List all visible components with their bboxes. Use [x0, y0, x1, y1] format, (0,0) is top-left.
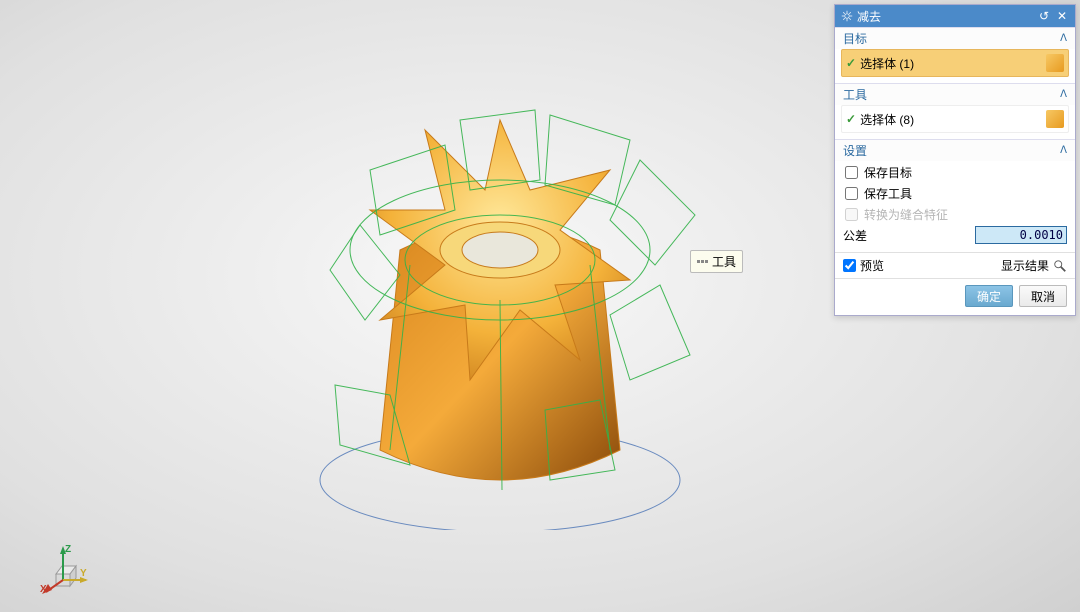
section-settings-head[interactable]: 设置 ᐱ: [835, 139, 1075, 161]
magnifier-icon[interactable]: [1053, 259, 1067, 273]
body-icon: [1046, 110, 1064, 128]
preview-label: 预览: [860, 257, 884, 274]
section-tool-head[interactable]: 工具 ᐱ: [835, 83, 1075, 105]
convert-checkbox: [845, 208, 858, 221]
show-result-label[interactable]: 显示结果: [1001, 257, 1049, 274]
convert-label: 转换为缝合特征: [864, 206, 948, 223]
svg-text:Y: Y: [80, 568, 87, 579]
keep-tool-checkbox[interactable]: [845, 187, 858, 200]
section-settings-label: 设置: [843, 142, 867, 159]
target-select-row[interactable]: ✓ 选择体 (1): [841, 49, 1069, 77]
tolerance-input[interactable]: [975, 226, 1067, 244]
subtract-panel: 减去 ↺ ✕ 目标 ᐱ ✓ 选择体 (1) 工具 ᐱ ✓ 选择体 (8) 设置 …: [834, 4, 1076, 316]
caret-up-icon: ᐱ: [1060, 145, 1067, 156]
convert-row: 转换为缝合特征: [843, 204, 1067, 224]
section-target-label: 目标: [843, 30, 867, 47]
ok-button[interactable]: 确定: [965, 285, 1013, 307]
tolerance-label: 公差: [843, 227, 867, 244]
caret-up-icon: ᐱ: [1060, 33, 1067, 44]
preview-checkbox[interactable]: [843, 259, 856, 272]
cancel-button[interactable]: 取消: [1019, 285, 1067, 307]
keep-target-row[interactable]: 保存目标: [843, 162, 1067, 182]
keep-target-label: 保存目标: [864, 164, 912, 181]
reset-icon[interactable]: ↺: [1037, 9, 1051, 23]
tool-select-text: 选择体 (8): [860, 111, 1046, 128]
tolerance-row: 公差: [843, 225, 1067, 245]
model-placeholder: [280, 50, 720, 530]
close-icon[interactable]: ✕: [1055, 9, 1069, 23]
tooltip-text: 工具: [712, 253, 736, 270]
preview-row: 预览 显示结果: [835, 252, 1075, 278]
check-icon: ✓: [846, 112, 856, 126]
viewport-3d[interactable]: 工具 Z Y X: [0, 0, 835, 612]
panel-title-text: 减去: [857, 8, 1033, 25]
panel-titlebar[interactable]: 减去 ↺ ✕: [835, 5, 1075, 27]
axis-triad[interactable]: Z Y X: [40, 546, 88, 594]
svg-text:Z: Z: [65, 544, 71, 555]
button-row: 确定 取消: [835, 278, 1075, 315]
gear-icon: [841, 10, 853, 22]
caret-up-icon: ᐱ: [1060, 89, 1067, 100]
section-target-head[interactable]: 目标 ᐱ: [835, 27, 1075, 49]
keep-target-checkbox[interactable]: [845, 166, 858, 179]
body-icon: [1046, 54, 1064, 72]
keep-tool-row[interactable]: 保存工具: [843, 183, 1067, 203]
dots-icon: [697, 260, 708, 263]
tool-select-row[interactable]: ✓ 选择体 (8): [841, 105, 1069, 133]
keep-tool-label: 保存工具: [864, 185, 912, 202]
svg-text:X: X: [40, 584, 47, 595]
selection-tooltip: 工具: [690, 250, 743, 273]
target-select-text: 选择体 (1): [860, 55, 1046, 72]
check-icon: ✓: [846, 56, 856, 70]
section-tool-label: 工具: [843, 86, 867, 103]
